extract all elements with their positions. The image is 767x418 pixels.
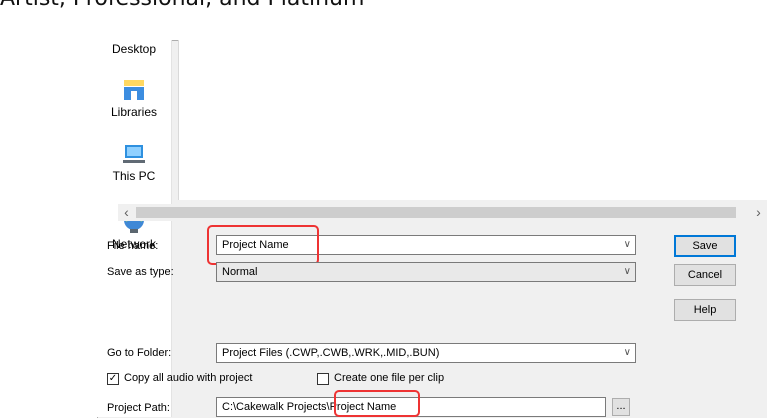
- scrollbar-thumb[interactable]: [136, 207, 736, 218]
- copy-audio-label: Copy all audio with project: [124, 372, 253, 384]
- this-pc-icon: [123, 145, 145, 163]
- file-name-label: File name:: [107, 240, 159, 252]
- chevron-down-icon[interactable]: ∨: [624, 236, 631, 254]
- save-type-select[interactable]: Normal ∨: [216, 262, 636, 282]
- go-to-folder-select[interactable]: Project Files (.CWP,.CWB,.WRK,.MID,.BUN)…: [216, 343, 636, 363]
- horizontal-scrollbar[interactable]: ‹ ›: [118, 204, 767, 221]
- cancel-button[interactable]: Cancel: [674, 264, 736, 286]
- file-list[interactable]: [178, 40, 767, 200]
- one-file-per-clip-checkbox[interactable]: [317, 373, 329, 385]
- project-path-label: Project Path:: [107, 402, 170, 414]
- place-libraries[interactable]: Libraries: [97, 78, 171, 119]
- go-to-folder-value: Project Files (.CWP,.CWB,.WRK,.MID,.BUN): [222, 347, 440, 359]
- chevron-down-icon[interactable]: ∨: [624, 263, 631, 281]
- highlight-project-path: [334, 390, 420, 417]
- places-bar: Desktop Libraries This PC Network: [97, 40, 172, 417]
- place-this-pc[interactable]: This PC: [97, 142, 171, 183]
- scroll-right-icon[interactable]: ›: [750, 204, 767, 221]
- help-button[interactable]: Help: [674, 299, 736, 321]
- go-to-folder-label: Go to Folder:: [107, 347, 172, 359]
- scroll-left-icon[interactable]: ‹: [118, 204, 135, 221]
- page-heading: Artist, Professional, and Platinum: [0, 0, 364, 11]
- libraries-icon: [124, 80, 144, 100]
- highlight-file-name: [207, 225, 319, 265]
- save-button[interactable]: Save: [674, 235, 736, 257]
- place-libraries-label: Libraries: [110, 105, 158, 119]
- place-desktop[interactable]: Desktop: [97, 42, 171, 56]
- copy-audio-checkbox[interactable]: ✓: [107, 373, 119, 385]
- place-this-pc-label: This PC: [112, 169, 156, 183]
- place-desktop-label: Desktop: [111, 42, 157, 56]
- chevron-down-icon[interactable]: ∨: [624, 344, 631, 362]
- save-type-value: Normal: [222, 266, 258, 278]
- browse-button[interactable]: ...: [612, 398, 630, 416]
- save-type-label: Save as type:: [107, 266, 174, 278]
- one-file-per-clip-label: Create one file per clip: [334, 372, 445, 384]
